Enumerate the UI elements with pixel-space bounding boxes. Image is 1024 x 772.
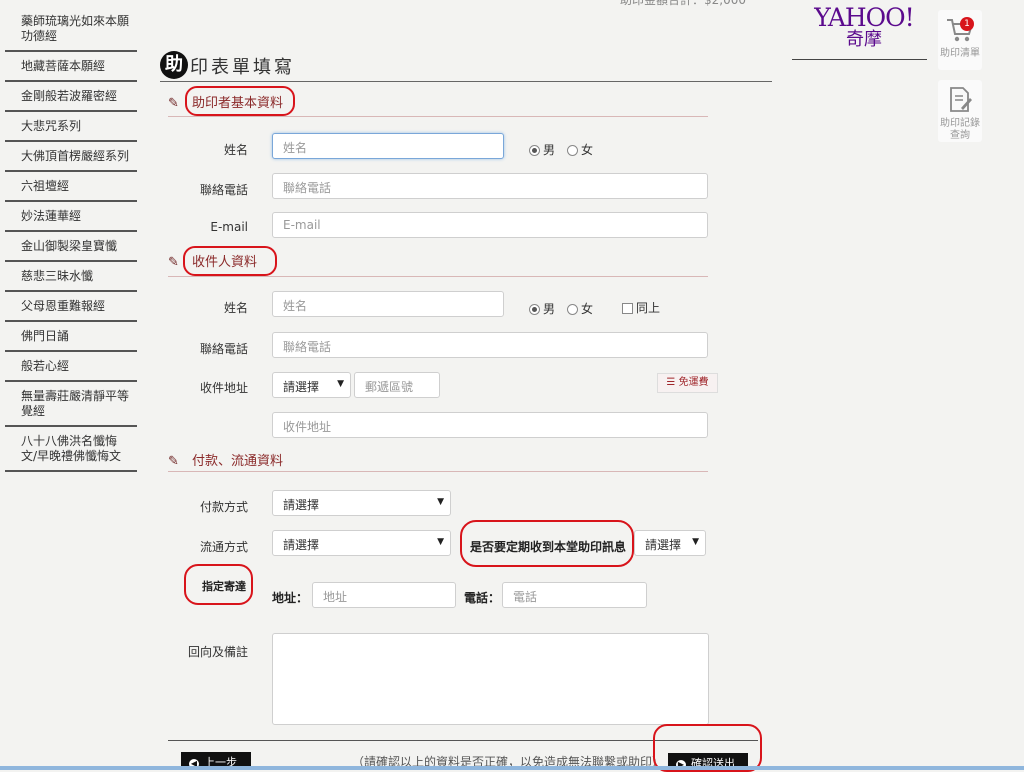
donor-gender-male[interactable]: 男	[529, 141, 555, 158]
sidebar-nav: 藥師琉璃光如來本願功德經 地藏菩薩本願經 金剛般若波羅密經 大悲咒系列 大佛頂首…	[5, 6, 137, 472]
recipient-address-label: 收件地址	[199, 381, 248, 395]
select-value: 請選擇	[283, 538, 320, 552]
recipient-gender-male[interactable]: 男	[529, 300, 555, 317]
remark-textarea[interactable]	[272, 633, 709, 725]
remark-label: 回向及備註	[187, 645, 248, 659]
logo-divider	[792, 59, 927, 60]
designated-address-input[interactable]: 地址	[312, 582, 456, 608]
list-icon: ☰	[666, 377, 676, 388]
regular-info-select[interactable]: 請選擇 ▼	[634, 530, 706, 556]
donor-email-label: E-mail	[210, 220, 248, 234]
free-shipping-button[interactable]: ☰ 免運費	[657, 373, 718, 393]
cart-count-badge: 1	[960, 17, 974, 31]
highlight-circle	[185, 86, 295, 116]
sidebar-item[interactable]: 妙法蓮華經	[5, 202, 137, 232]
recipient-name-label: 姓名	[223, 301, 248, 315]
donor-phone-input[interactable]: 聯絡電話	[272, 173, 708, 199]
checkbox-icon	[622, 303, 633, 314]
section-divider	[168, 471, 708, 472]
sidebar-item[interactable]: 大佛頂首楞嚴經系列	[5, 142, 137, 172]
radio-checked-icon	[529, 304, 540, 315]
radio-icon	[567, 145, 578, 156]
yahoo-logo[interactable]: YAHOO! 奇摩	[810, 4, 918, 50]
page-title: 助 印表單填寫	[160, 51, 772, 82]
sidebar-item[interactable]: 地藏菩薩本願經	[5, 52, 137, 82]
sidebar-item[interactable]: 金山御製梁皇寶懺	[5, 232, 137, 262]
section-divider	[168, 116, 708, 117]
designated-phone-label: 電話：	[464, 591, 501, 605]
sidebar-item[interactable]: 無量壽莊嚴清靜平等覺經	[5, 382, 137, 427]
pencil-icon: ✎	[168, 454, 179, 469]
section-heading-payment: ✎ 付款、流通資料	[168, 450, 283, 470]
radio-icon	[567, 304, 578, 315]
circulation-method-select[interactable]: 請選擇 ▼	[272, 530, 451, 556]
same-as-above-checkbox[interactable]: 同上	[622, 299, 660, 316]
recipient-gender-female[interactable]: 女	[567, 300, 593, 317]
highlight-circle	[184, 564, 253, 605]
sidebar-item[interactable]: 大悲咒系列	[5, 112, 137, 142]
sidebar-item[interactable]: 六祖壇經	[5, 172, 137, 202]
chevron-down-icon: ▼	[437, 537, 444, 547]
sidebar-item[interactable]: 藥師琉璃光如來本願功德經	[5, 6, 137, 52]
donor-name-input[interactable]: 姓名	[272, 133, 504, 159]
free-shipping-label: 免運費	[678, 377, 709, 388]
recipient-address-input[interactable]: 收件地址	[272, 412, 708, 438]
radio-label: 男	[543, 143, 556, 157]
edit-document-icon	[950, 87, 972, 112]
radio-label: 女	[581, 143, 594, 157]
chevron-down-icon: ▼	[692, 537, 699, 547]
recipient-name-input[interactable]: 姓名	[272, 291, 504, 317]
chevron-down-icon: ▼	[437, 497, 444, 507]
section-divider	[168, 276, 708, 277]
highlight-circle	[183, 246, 277, 276]
sidebar-item[interactable]: 八十八佛洪名懺悔文/早晚禮佛懺悔文	[5, 427, 137, 472]
recipient-phone-input[interactable]: 聯絡電話	[272, 332, 708, 358]
donor-gender-female[interactable]: 女	[567, 141, 593, 158]
payment-method-label: 付款方式	[199, 500, 248, 514]
designated-address-label: 地址：	[272, 591, 309, 605]
sidebar-item[interactable]: 父母恩重難報經	[5, 292, 137, 322]
highlight-circle	[653, 724, 762, 772]
designated-phone-input[interactable]: 電話	[502, 582, 647, 608]
records-button[interactable]: 助印記錄查詢	[938, 80, 982, 142]
recipient-phone-label: 聯絡電話	[199, 342, 248, 356]
chevron-down-icon: ▼	[337, 379, 344, 389]
radio-label: 女	[581, 302, 594, 316]
yahoo-logo-sub: 奇摩	[846, 29, 882, 50]
bottom-edge-bar	[0, 766, 1024, 770]
order-total-text: 助印金額合計：$2,000	[620, 0, 746, 7]
cart-button[interactable]: 1 助印清單	[938, 10, 982, 70]
pencil-icon: ✎	[168, 255, 179, 270]
payment-method-select[interactable]: 請選擇 ▼	[272, 490, 451, 516]
highlight-circle	[460, 520, 634, 567]
select-value: 請選擇	[283, 498, 320, 512]
sidebar-item[interactable]: 佛門日誦	[5, 322, 137, 352]
zip-input[interactable]: 郵遞區號	[354, 372, 440, 398]
sidebar-item[interactable]: 慈悲三昧水懺	[5, 262, 137, 292]
yahoo-logo-word: YAHOO!	[814, 3, 914, 32]
donor-email-input[interactable]: E-mail	[272, 212, 708, 238]
radio-label: 男	[543, 302, 556, 316]
donor-name-label: 姓名	[223, 143, 248, 157]
select-value: 請選擇	[283, 380, 320, 394]
sidebar-item[interactable]: 金剛般若波羅密經	[5, 82, 137, 112]
title-text: 印表單填寫	[190, 57, 295, 78]
title-char-badge: 助	[160, 51, 188, 79]
region-select[interactable]: 請選擇 ▼	[272, 372, 351, 398]
donor-phone-label: 聯絡電話	[199, 183, 248, 197]
pencil-icon: ✎	[168, 96, 179, 111]
circulation-method-label: 流通方式	[199, 540, 248, 554]
radio-checked-icon	[529, 145, 540, 156]
records-label: 助印記錄查詢	[940, 118, 980, 141]
checkbox-label: 同上	[636, 301, 661, 315]
select-value: 請選擇	[645, 538, 682, 552]
cart-label: 助印清單	[940, 48, 980, 59]
section-heading-text: 付款、流通資料	[192, 454, 284, 469]
sidebar-item[interactable]: 般若心經	[5, 352, 137, 382]
